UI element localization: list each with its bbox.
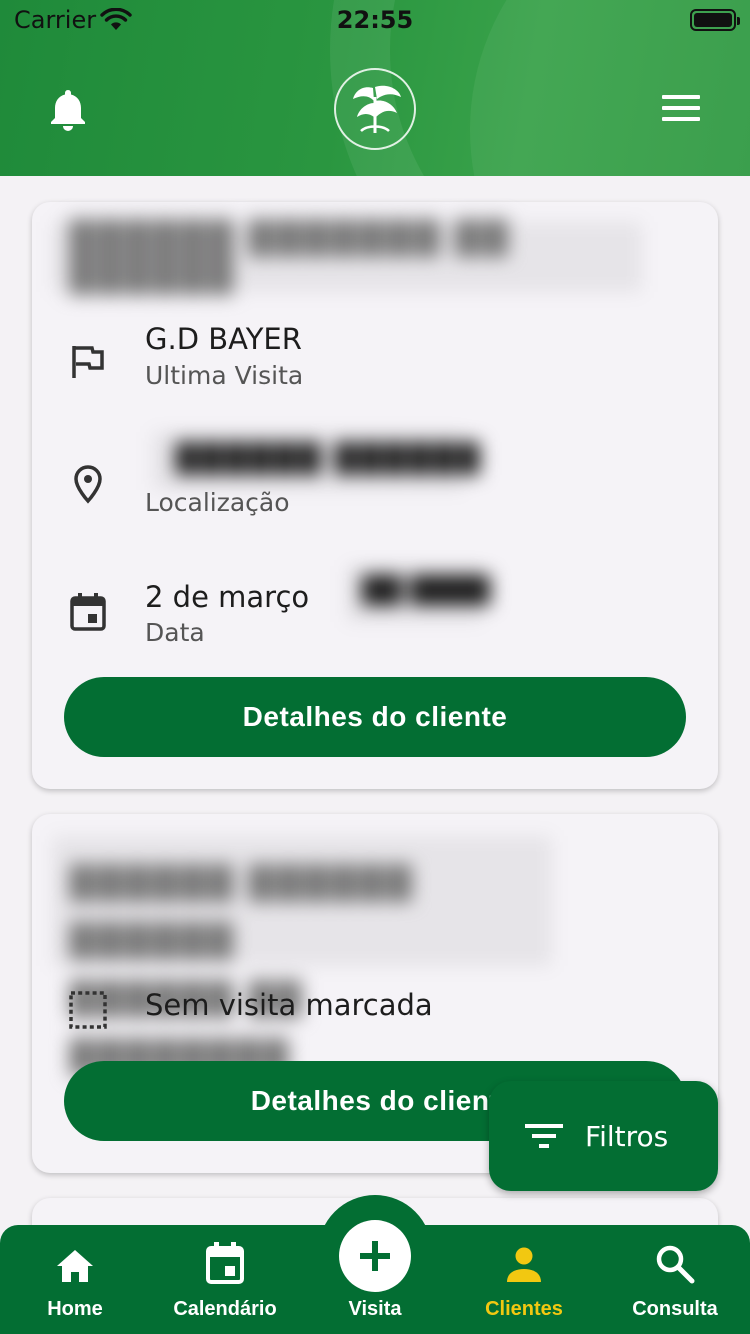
brand-logo — [334, 68, 416, 150]
location-label: Localização — [145, 488, 290, 517]
plant-logo-icon — [353, 85, 401, 133]
nav-calendar-label: Calendário — [173, 1298, 277, 1320]
nav-visit[interactable]: Visita — [300, 1240, 450, 1321]
nav-home-label: Home — [47, 1298, 103, 1320]
no-visit-text: Sem visita marcada — [145, 988, 433, 1022]
nav-home[interactable]: Home — [0, 1240, 150, 1321]
client-name-redacted: ██████ ██████ ██████ ██████ ██ ████████ — [52, 836, 552, 1076]
status-bar: Carrier 22:55 — [0, 0, 750, 40]
clock: 22:55 — [336, 6, 414, 34]
nav-visit-label: Visita — [348, 1298, 402, 1320]
nav-clients[interactable]: Clientes — [449, 1240, 599, 1321]
hamburger-menu-icon[interactable] — [662, 95, 700, 128]
battery-icon — [690, 9, 740, 31]
nav-search-label: Consulta — [632, 1298, 718, 1320]
client-name-redacted: ██████ ███████ ██ ██████ — [52, 219, 642, 295]
bell-icon[interactable] — [48, 88, 88, 132]
client-card: ██████ ███████ ██ ██████ G.D BAYER Ultim… — [32, 202, 718, 789]
filters-label: Filtros — [585, 1119, 669, 1153]
location-value-redacted: ██████ ██████ — [152, 432, 479, 490]
last-visit-value: G.D BAYER — [145, 322, 302, 356]
filters-fab-button[interactable]: Filtros — [489, 1081, 718, 1191]
client-details-button[interactable]: Detalhes do cliente — [64, 677, 686, 757]
dashed-square-icon — [69, 991, 107, 1029]
date-label: Data — [145, 618, 205, 647]
last-visit-label: Ultima Visita — [145, 361, 304, 390]
location-pin-icon — [74, 465, 102, 504]
person-icon — [507, 1247, 541, 1282]
calendar-icon — [206, 1242, 244, 1284]
flag-icon — [72, 346, 104, 378]
nav-search[interactable]: Consulta — [600, 1240, 750, 1321]
search-icon — [656, 1245, 695, 1284]
nav-clients-label: Clientes — [485, 1298, 563, 1320]
date-value: 2 de março — [145, 580, 310, 614]
app-header: Carrier 22:55 — [0, 0, 750, 176]
date-value-redacted: ██ ████ — [346, 566, 490, 622]
calendar-icon — [70, 593, 106, 631]
nav-calendar[interactable]: Calendário — [150, 1240, 300, 1321]
filter-icon — [525, 1124, 563, 1148]
home-icon — [57, 1250, 93, 1282]
